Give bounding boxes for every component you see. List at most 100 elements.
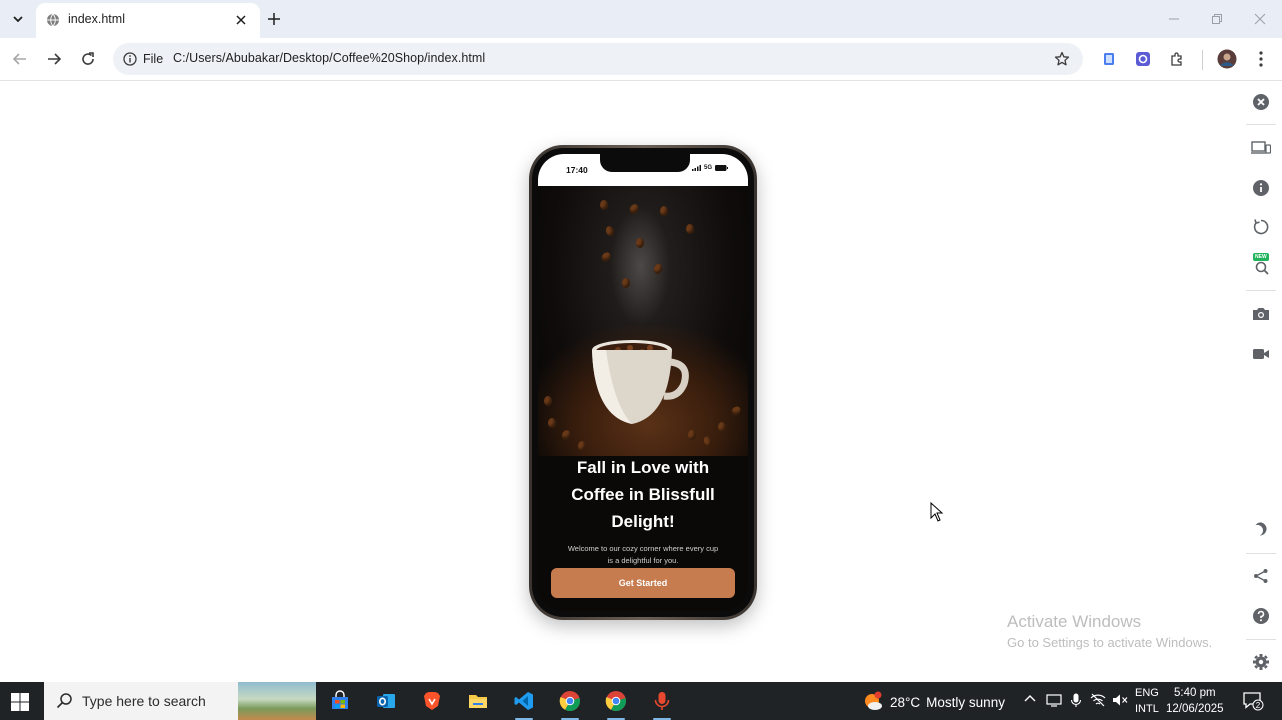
get-started-button[interactable]: Get Started	[551, 568, 735, 598]
taskbar-chrome-2[interactable]	[599, 688, 633, 720]
site-info-chip[interactable]: File	[119, 47, 171, 71]
notification-icon: 2	[1243, 692, 1264, 711]
site-chip-label: File	[143, 52, 164, 66]
window-close-button[interactable]	[1251, 10, 1269, 28]
close-icon	[236, 15, 246, 25]
taskbar-chrome[interactable]	[553, 688, 587, 720]
restore-button[interactable]	[1208, 10, 1226, 28]
taskbar-file-explorer[interactable]	[461, 688, 495, 714]
star-icon	[1054, 51, 1070, 66]
page-viewport: 17:40 5G Fall in Love with Coffee in Bli…	[0, 82, 1240, 682]
tray-volume[interactable]	[1112, 693, 1128, 710]
taskbar-vscode[interactable]	[507, 688, 541, 720]
microphone-icon	[1070, 693, 1082, 707]
tray-microphone[interactable]	[1070, 693, 1082, 710]
close-circle-icon	[1253, 94, 1269, 110]
puzzle-icon	[1171, 52, 1182, 66]
language-indicator[interactable]: ENG INTL	[1135, 685, 1159, 717]
hero-headline: Fall in Love with Coffee in Blissfull De…	[571, 458, 715, 531]
taskbar-store[interactable]	[323, 688, 357, 714]
gear-icon	[1253, 654, 1269, 670]
sun-cloud-icon	[865, 691, 882, 710]
tab-index-html[interactable]: index.html	[36, 3, 260, 38]
folder-icon	[469, 695, 487, 708]
taskbar-clock[interactable]: 5:40 pm 12/06/2025	[1166, 685, 1224, 717]
brave-icon	[424, 692, 440, 710]
windows-taskbar: Type here to search 28°C Mostly sunny EN…	[0, 682, 1282, 720]
weather-widget[interactable]: 28°C Mostly sunny	[862, 691, 1005, 713]
chevron-down-icon	[13, 16, 23, 23]
browser-toolbar: File C:/Users/Abubakar/Desktop/Coffee%20…	[0, 38, 1282, 81]
hero-subtext: Welcome to our cozy corner where every c…	[567, 544, 719, 565]
forward-button[interactable]	[44, 49, 64, 69]
video-camera-icon	[1253, 349, 1269, 359]
more-vertical-icon	[1259, 51, 1263, 67]
arrow-right-icon	[48, 53, 62, 65]
chrome-icon	[559, 691, 580, 712]
rail-devices-button[interactable]	[1251, 138, 1271, 158]
extension-gear-button[interactable]	[1133, 49, 1153, 69]
rail-settings-button[interactable]	[1251, 652, 1271, 672]
tray-network[interactable]	[1090, 693, 1106, 710]
extension-settings-icon	[1136, 52, 1150, 66]
rail-record-button[interactable]	[1251, 344, 1271, 364]
phone-time: 17:40	[566, 165, 588, 175]
tray-display[interactable]	[1046, 693, 1062, 710]
tray-overflow-button[interactable]	[1024, 693, 1036, 708]
notification-center-button[interactable]: 2	[1242, 691, 1264, 716]
chrome-icon	[605, 691, 626, 712]
extensions-button[interactable]	[1167, 49, 1187, 69]
taskbar-recorder[interactable]	[645, 688, 679, 720]
rail-zoom-button[interactable]: NEW	[1251, 253, 1271, 277]
extension-docs-button[interactable]	[1099, 49, 1119, 69]
rail-close-button[interactable]	[1251, 92, 1271, 112]
phone-screen: 17:40 5G Fall in Love with Coffee in Bli…	[538, 154, 748, 611]
minimize-icon	[1169, 18, 1179, 20]
taskbar-search-box[interactable]: Type here to search	[44, 682, 316, 720]
info-icon	[1253, 180, 1269, 196]
outlook-icon	[377, 694, 395, 708]
windows-start-icon[interactable]	[10, 692, 30, 712]
rail-screenshot-button[interactable]	[1251, 304, 1271, 324]
tab-title: index.html	[68, 12, 125, 26]
volume-muted-icon	[1113, 694, 1128, 706]
signal-icon	[691, 165, 701, 171]
new-tab-button[interactable]	[264, 9, 284, 29]
rail-dark-mode-button[interactable]	[1251, 519, 1271, 539]
url-text[interactable]: C:/Users/Abubakar/Desktop/Coffee%20Shop/…	[173, 51, 485, 65]
reload-icon	[82, 52, 94, 65]
devices-icon	[1251, 141, 1271, 154]
chevron-up-icon	[1024, 695, 1036, 702]
tab-close-button[interactable]	[232, 11, 250, 29]
rail-share-button[interactable]	[1251, 566, 1271, 586]
camera-icon	[1253, 308, 1269, 320]
minimize-button[interactable]	[1165, 10, 1183, 28]
toolbar-separator	[1202, 50, 1203, 70]
search-highlight-image	[238, 682, 316, 720]
bookmark-button[interactable]	[1053, 50, 1071, 68]
coffee-cup-icon	[592, 340, 689, 424]
monitor-icon	[1046, 694, 1062, 707]
document-extension-icon	[1104, 53, 1114, 65]
back-button[interactable]	[10, 49, 30, 69]
avatar	[1217, 49, 1237, 69]
arrow-left-icon	[12, 53, 26, 65]
notification-count: 2	[1256, 701, 1261, 710]
reload-button[interactable]	[78, 49, 98, 69]
battery-icon	[715, 165, 728, 171]
taskbar-outlook[interactable]	[369, 688, 403, 714]
browser-menu-button[interactable]	[1251, 49, 1271, 69]
mouse-cursor-icon	[930, 502, 944, 522]
address-bar[interactable]: File C:/Users/Abubakar/Desktop/Coffee%20…	[113, 43, 1083, 75]
profile-button[interactable]	[1217, 49, 1237, 69]
tab-bar: index.html	[0, 0, 1282, 38]
taskbar-brave[interactable]	[415, 688, 449, 714]
rail-help-button[interactable]	[1251, 606, 1271, 626]
activate-windows-watermark: Activate Windows Go to Settings to activ…	[1007, 612, 1213, 650]
rail-rotate-button[interactable]	[1251, 217, 1271, 237]
tab-search-button[interactable]	[6, 7, 30, 31]
rail-info-button[interactable]	[1251, 178, 1271, 198]
network-off-icon	[1090, 693, 1106, 707]
taskbar-search-placeholder: Type here to search	[82, 693, 206, 709]
phone-notch	[600, 154, 690, 172]
